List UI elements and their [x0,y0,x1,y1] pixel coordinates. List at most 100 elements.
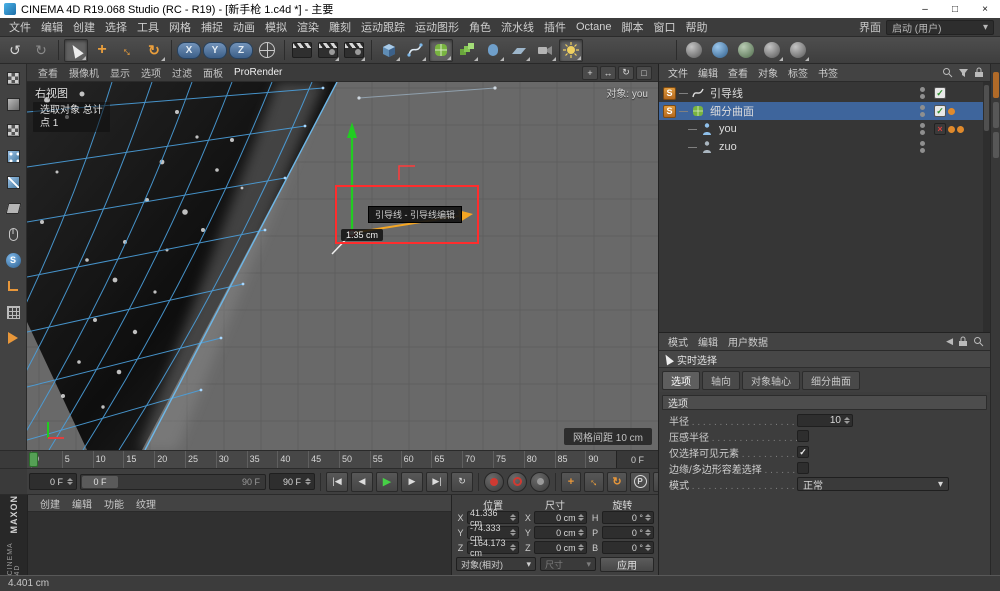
vp-menu-cameras[interactable]: 摄像机 [64,65,104,80]
menu-render[interactable]: 渲染 [292,19,324,35]
coord-size-select[interactable]: 尺寸▾ [540,557,596,571]
viewport-maximize-button[interactable]: □ [636,66,652,80]
record-parameter-toggle[interactable]: P [630,472,650,492]
am-menu-mode[interactable]: 模式 [663,334,693,349]
tweak-mode-button[interactable] [1,223,25,245]
material-sphere-button-1[interactable] [682,39,706,62]
undo-button[interactable]: ↺ [3,39,27,62]
history-back-icon[interactable]: ◀ [946,336,953,347]
menu-tools[interactable]: 工具 [132,19,164,35]
vp-menu-display[interactable]: 显示 [105,65,135,80]
spinner-icon[interactable] [67,478,73,485]
record-scale-toggle[interactable]: ↔ [584,472,604,492]
size-x-field[interactable]: 0 cm [534,511,586,524]
render-view-button[interactable] [290,39,314,62]
tab-subdivision[interactable]: 细分曲面 [802,371,860,390]
generator-dot-icon[interactable] [948,108,955,115]
viewport-pan-button[interactable]: + [582,66,598,80]
menu-octane[interactable]: Octane [571,21,616,33]
current-frame-field[interactable]: 0 F [29,473,77,490]
menu-select[interactable]: 选择 [100,19,132,35]
texture-mode-button[interactable] [1,119,25,141]
options-section-header[interactable]: 选项 [662,395,987,410]
menu-help[interactable]: 帮助 [680,19,712,35]
object-row-zuo[interactable]: zuo [659,138,990,156]
spinner-icon[interactable] [305,478,311,485]
render-picture-viewer-button[interactable] [316,39,340,62]
object-name[interactable]: zuo [717,141,739,153]
lock-x-axis-button[interactable]: X [177,42,201,59]
om-menu-view[interactable]: 查看 [723,65,753,80]
spinner-icon[interactable] [844,417,850,424]
rotation-h-field[interactable]: 0 ° [602,511,654,524]
workplane-button[interactable] [1,301,25,323]
menu-file[interactable]: 文件 [4,19,36,35]
menu-simulate[interactable]: 模拟 [260,19,292,35]
edge-mode-button[interactable] [1,171,25,193]
goto-start-button[interactable]: |◀ [326,472,348,492]
spinner-icon[interactable] [510,529,516,536]
tab-axis[interactable]: 轴向 [702,371,740,390]
lock-icon[interactable] [958,336,968,347]
visibility-dots[interactable] [920,105,925,117]
add-subdivision-surface-button[interactable] [429,39,453,62]
coord-mode-select[interactable]: 对象(相对)▾ [456,557,536,571]
material-sphere-button-4[interactable] [760,39,784,62]
tag-dot-icon[interactable] [948,126,955,133]
add-camera-button[interactable] [533,39,557,62]
add-floor-button[interactable] [507,39,531,62]
om-menu-tags[interactable]: 标签 [783,65,813,80]
menu-motion-tracker[interactable]: 运动跟踪 [356,19,410,35]
rotation-p-field[interactable]: 0 ° [602,526,654,539]
object-tree-scrollbar[interactable] [983,82,990,332]
live-selection-button[interactable] [64,39,88,62]
record-keyframe-button[interactable] [484,472,504,492]
side-tab-3[interactable] [993,132,999,158]
viewport-canvas-area[interactable]: 右视图 选取对象 总计 点 1 对象: you 引导线 - 引导线编辑 1.35… [27,82,658,450]
menu-create[interactable]: 创建 [68,19,100,35]
spinner-icon[interactable] [578,514,584,521]
tab-object-axis[interactable]: 对象轴心 [742,371,800,390]
enable-axis-button[interactable] [1,275,25,297]
interface-layout-select[interactable]: 启动 (用户) ▾ [886,20,994,35]
add-light-button[interactable] [559,39,583,62]
viewport-rotate-button[interactable]: ↻ [618,66,634,80]
move-tool-button[interactable]: + [90,39,114,62]
maximize-button[interactable]: □ [940,0,970,18]
om-menu-edit[interactable]: 编辑 [693,65,723,80]
timeline-range-slider[interactable]: 0 F 90 F [80,474,266,490]
end-frame-field[interactable]: 90 F [269,473,315,490]
visibility-dots[interactable] [920,123,925,135]
spinner-icon[interactable] [645,529,651,536]
position-z-field[interactable]: -164.173 cm [467,541,519,554]
menu-mesh[interactable]: 网格 [164,19,196,35]
size-z-field[interactable]: 0 cm [534,541,586,554]
menu-plugins[interactable]: 插件 [539,19,571,35]
make-editable-button[interactable] [1,67,25,89]
object-name[interactable]: you [717,123,739,135]
menu-script[interactable]: 脚本 [616,19,648,35]
viewport-3d-canvas[interactable] [27,82,658,450]
record-rotation-toggle[interactable]: ↻ [607,472,627,492]
viewport-zoom-button[interactable]: ↔ [600,66,616,80]
timeline-ruler[interactable]: 0 5 10 15 20 25 30 35 40 45 50 55 60 65 [27,451,658,468]
lock-icon[interactable] [974,67,984,78]
material-sphere-button-5[interactable] [786,39,810,62]
visibility-dots[interactable] [920,87,925,99]
pressure-radius-checkbox[interactable] [797,430,809,442]
range-slider-handle[interactable]: 0 F [82,476,118,488]
loop-playback-button[interactable]: ↻ [451,472,473,492]
add-cloner-button[interactable] [455,39,479,62]
keyframe-selection-button[interactable] [530,472,550,492]
timeline-playhead[interactable] [29,452,38,467]
spinner-icon[interactable] [510,544,516,551]
add-cube-button[interactable] [377,39,401,62]
material-list-area[interactable] [28,512,451,575]
spinner-icon[interactable] [645,514,651,521]
apply-button[interactable]: 应用 [600,557,654,572]
mm-menu-edit[interactable]: 编辑 [66,496,98,511]
add-capsule-button[interactable] [481,39,505,62]
next-frame-button[interactable]: ▶ [401,472,423,492]
visibility-dots[interactable] [920,141,925,153]
tag-dot-icon[interactable] [957,126,964,133]
